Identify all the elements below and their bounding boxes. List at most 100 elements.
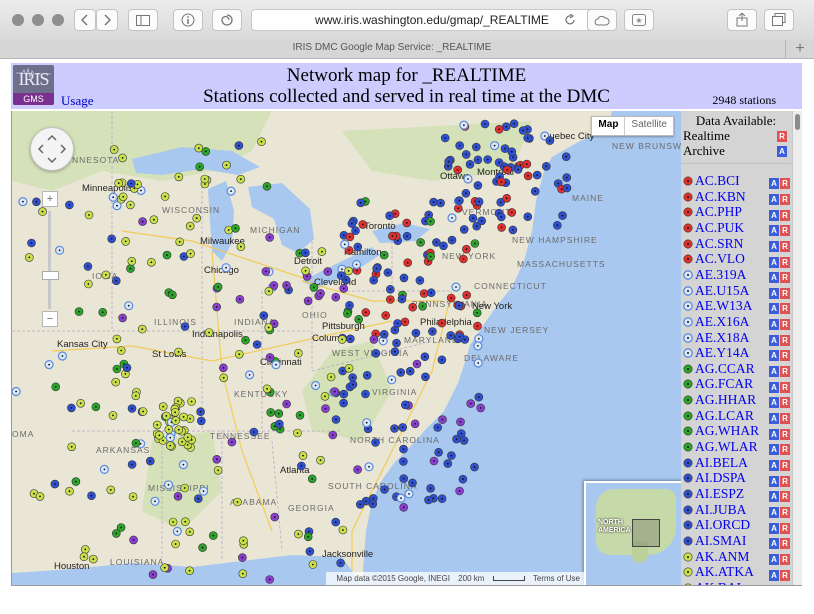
realtime-badge[interactable]: R [780, 569, 790, 581]
station-name-link[interactable]: AE.X16A [695, 314, 749, 329]
realtime-badge[interactable]: R [780, 491, 790, 503]
archive-badge[interactable]: A [769, 256, 779, 268]
archive-badge[interactable]: A [769, 334, 779, 346]
station-name-link[interactable]: AE.319A [695, 267, 746, 282]
reader-button[interactable] [173, 9, 203, 31]
inset-viewport[interactable] [632, 519, 660, 547]
station-list-item[interactable]: AC.BCI A R [681, 173, 791, 190]
station-list-item[interactable]: AG.FCAR A R [681, 376, 791, 393]
station-name-link[interactable]: AK.BAL [695, 580, 745, 585]
archive-badge[interactable]: A [769, 381, 779, 393]
archive-badge[interactable]: A [769, 459, 779, 471]
station-list-item[interactable]: AG.WLAR A R [681, 439, 791, 456]
realtime-badge[interactable]: R [780, 538, 790, 550]
station-list-item[interactable]: AC.KBN A R [681, 189, 791, 205]
station-name-link[interactable]: AI.DSPA [695, 470, 746, 485]
station-name-link[interactable]: AG.HHAR [695, 392, 756, 407]
history-button[interactable] [212, 9, 242, 31]
archive-badge[interactable]: A [769, 178, 779, 190]
close-window-icon[interactable] [12, 14, 24, 26]
zoom-slider-track[interactable] [48, 211, 51, 309]
realtime-badge[interactable]: R [780, 381, 790, 393]
map-type-map-button[interactable]: Map [592, 117, 624, 135]
station-list-item[interactable]: AG.LCAR A R [681, 408, 791, 425]
archive-badge[interactable]: A [769, 350, 779, 362]
station-list-item[interactable]: AI.SMAI A R [681, 533, 791, 550]
realtime-badge[interactable]: R [780, 209, 790, 221]
station-name-link[interactable]: AC.SRN [695, 236, 743, 251]
archive-badge[interactable]: A [769, 428, 779, 440]
station-name-link[interactable]: AI.ESPZ [695, 486, 744, 501]
station-name-link[interactable]: AI.BELA [695, 455, 748, 470]
station-name-link[interactable]: AK.ATKA [695, 564, 754, 579]
station-name-link[interactable]: AC.VLO [695, 251, 745, 266]
archive-badge[interactable]: A [769, 444, 779, 456]
station-list-item[interactable]: AK.BAL AR [681, 580, 791, 586]
archive-badge[interactable]: A [769, 569, 779, 581]
realtime-badge[interactable]: R [780, 334, 790, 346]
pan-control[interactable] [30, 127, 74, 171]
zoom-in-button[interactable]: + [42, 191, 58, 207]
station-list-item[interactable]: AI.DSPA A R [681, 470, 791, 487]
station-name-link[interactable]: AI.JUBA [695, 502, 746, 517]
station-list-item[interactable]: AE.X16A A R [681, 314, 791, 331]
station-list-item[interactable]: AE.X18A A R [681, 330, 791, 346]
station-list-item[interactable]: AC.SRN A R [681, 236, 791, 252]
bookmark-button[interactable]: ★ [624, 9, 654, 31]
tab-title[interactable]: IRIS DMC Google Map Service: _REALTIME [0, 42, 784, 53]
station-name-link[interactable]: AC.PHP [695, 204, 742, 219]
station-name-link[interactable]: AC.BCI [695, 173, 740, 188]
zoom-out-button[interactable]: − [42, 311, 58, 327]
archive-badge[interactable]: A [769, 397, 779, 409]
archive-badge[interactable]: A [769, 225, 779, 237]
station-name-link[interactable]: AG.WHAR [695, 423, 759, 438]
station-name-link[interactable]: AG.LCAR [695, 408, 754, 423]
back-button[interactable] [74, 9, 96, 31]
station-list-item[interactable]: AE.Y14A A R [681, 345, 791, 362]
realtime-badge[interactable]: R [780, 240, 790, 252]
station-list-item[interactable]: AK.ATKA A R [681, 564, 791, 581]
station-name-link[interactable]: AE.U15A [695, 283, 749, 298]
realtime-badge[interactable]: R [780, 522, 790, 534]
archive-badge[interactable]: A [769, 287, 779, 299]
station-name-link[interactable]: AI.ORCD [695, 517, 750, 532]
archive-badge[interactable]: A [769, 585, 779, 586]
realtime-badge[interactable]: R [780, 350, 790, 362]
archive-badge[interactable]: A [769, 366, 779, 378]
station-list-item[interactable]: AE.319A A R [681, 267, 791, 284]
map-type-satellite-button[interactable]: Satellite [624, 117, 673, 135]
station-list-item[interactable]: AE.W13A A R [681, 298, 791, 315]
archive-badge[interactable]: A [769, 522, 779, 534]
realtime-badge[interactable]: R [780, 319, 790, 331]
station-name-link[interactable]: AG.WLAR [695, 439, 758, 454]
station-list-item[interactable]: AI.ESPZ A R [681, 486, 791, 503]
archive-badge[interactable]: A [769, 538, 779, 550]
overview-map[interactable]: NORTH AMERICA [584, 481, 682, 585]
archive-badge[interactable]: A [769, 240, 779, 252]
realtime-badge[interactable]: R [780, 178, 790, 190]
station-map[interactable]: NNESOTA Minneapolis WISCONSIN MICHIGAN Milwa… [11, 111, 682, 586]
realtime-badge[interactable]: R [780, 303, 790, 315]
station-name-link[interactable]: AC.KBN [695, 189, 746, 204]
station-list-item[interactable]: AI.ORCD A R [681, 517, 791, 534]
forward-button[interactable] [96, 9, 118, 31]
scrollbar-thumb[interactable] [795, 114, 800, 130]
realtime-badge[interactable]: R [780, 506, 790, 518]
zoom-slider-handle[interactable] [42, 271, 59, 280]
archive-badge[interactable]: A [769, 303, 779, 315]
reload-icon[interactable] [564, 14, 576, 26]
realtime-badge[interactable]: R [780, 413, 790, 425]
station-name-link[interactable]: AE.W13A [695, 298, 752, 313]
station-list-item[interactable]: AK.ANM A R [681, 549, 791, 565]
station-name-link[interactable]: AE.X18A [695, 330, 749, 345]
station-list-item[interactable]: AG.CCAR A R [681, 361, 791, 378]
archive-badge[interactable]: A [769, 553, 779, 565]
tabs-overview-button[interactable] [764, 9, 794, 31]
cloud-tabs-button[interactable] [587, 9, 617, 31]
archive-badge[interactable]: A [769, 491, 779, 503]
sidebar-toggle-button[interactable] [128, 9, 158, 31]
sidebar-scrollbar[interactable] [792, 111, 802, 585]
realtime-badge[interactable]: R [780, 444, 790, 456]
archive-badge[interactable]: A [769, 475, 779, 487]
zoom-window-icon[interactable] [52, 14, 64, 26]
